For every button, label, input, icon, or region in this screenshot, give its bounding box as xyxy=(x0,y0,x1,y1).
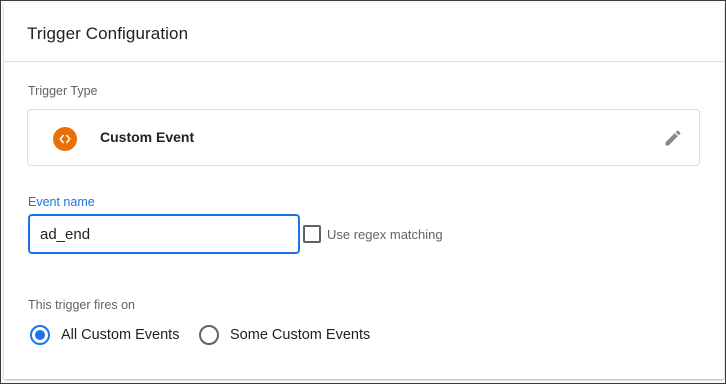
trigger-type-card[interactable]: Custom Event xyxy=(27,109,700,166)
radio-dot xyxy=(35,330,45,340)
fires-on-label: This trigger fires on xyxy=(28,298,135,312)
radio-some-custom-events[interactable]: Some Custom Events xyxy=(199,324,370,346)
trigger-type-label: Trigger Type xyxy=(28,84,98,98)
pencil-icon[interactable] xyxy=(662,127,684,149)
radio-button-unselected[interactable] xyxy=(199,325,219,345)
event-name-input[interactable] xyxy=(28,214,300,254)
regex-checkbox-label: Use regex matching xyxy=(327,226,443,242)
radio-label-some: Some Custom Events xyxy=(230,327,371,343)
radio-label-all: All Custom Events xyxy=(61,327,180,343)
event-name-label: Event name xyxy=(28,195,95,209)
trigger-configuration-panel: Trigger Configuration Trigger Type Custo… xyxy=(4,3,724,379)
trigger-type-name: Custom Event xyxy=(100,129,195,145)
panel-title: Trigger Configuration xyxy=(27,24,189,43)
radio-all-custom-events[interactable]: All Custom Events xyxy=(30,324,179,346)
radio-button-selected[interactable] xyxy=(30,325,50,345)
window-frame: Trigger Configuration Trigger Type Custo… xyxy=(0,0,726,384)
regex-checkbox[interactable] xyxy=(303,225,321,243)
code-brackets-icon xyxy=(53,127,77,151)
panel-header: Trigger Configuration xyxy=(4,3,724,62)
regex-checkbox-row[interactable]: Use regex matching xyxy=(303,224,443,244)
code-brackets-glyph xyxy=(59,134,71,144)
